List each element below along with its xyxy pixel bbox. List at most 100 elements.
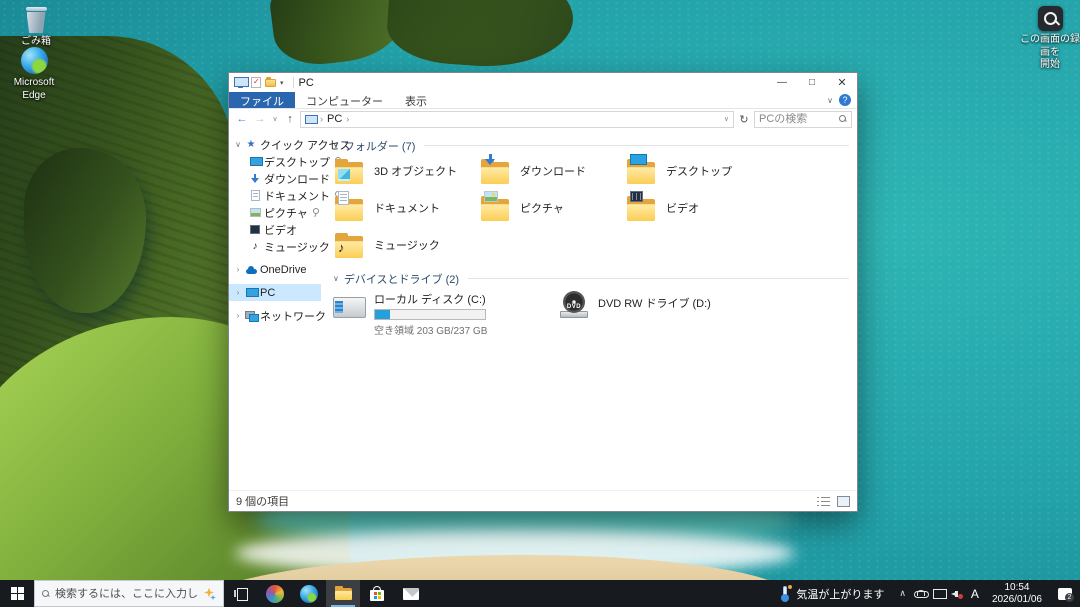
search-highlights-sparkle-icon[interactable] <box>202 587 216 601</box>
back-button[interactable]: ← <box>234 113 250 125</box>
file-explorer-icon <box>334 586 353 601</box>
sidebar-item-quick-access[interactable]: ∨ ★ クイック アクセス <box>229 136 321 153</box>
sidebar-item-music[interactable]: ♪ ミュージック <box>229 238 321 255</box>
network-icon <box>245 311 257 321</box>
address-bar-row: ← → ∨ ↑ › PC › ∨ ↻ <box>229 109 857 129</box>
devices-group-chevron-icon[interactable]: ∨ <box>333 274 339 283</box>
hdd-icon <box>333 293 366 318</box>
ime-indicator[interactable]: A <box>966 587 984 601</box>
qat-customize-chevron-icon[interactable]: ▾ <box>280 79 284 87</box>
desktop-icon-screen-record[interactable]: この画面の録画を 開始 <box>1020 6 1080 72</box>
drive-tile-local-disk[interactable]: ローカル ディスク (C:) 空き領域 203 GB/237 GB <box>333 291 559 337</box>
download-arrow-overlay-icon <box>484 154 496 166</box>
tray-onedrive-icon[interactable] <box>912 590 930 598</box>
folder-tile-videos[interactable]: ビデオ <box>625 195 771 232</box>
folder-tile-downloads[interactable]: ダウンロード <box>479 158 625 195</box>
forward-button[interactable]: → <box>252 113 268 125</box>
document-overlay-icon <box>338 191 349 205</box>
documents-icon <box>251 190 260 201</box>
search-icon[interactable] <box>839 115 847 123</box>
breadcrumb-location[interactable]: PC <box>327 113 342 125</box>
group-header-folders[interactable]: ∨ フォルダー (7) <box>333 138 849 153</box>
large-icons-view-icon[interactable] <box>837 496 850 507</box>
folder-icon <box>333 159 366 186</box>
taskbar-explorer-button[interactable] <box>326 580 360 607</box>
help-icon[interactable]: ? <box>839 94 851 106</box>
taskbar: 気温が上がります ∧ A 10:54 2026/01/06 2 <box>0 580 1080 607</box>
address-dropdown-chevron-icon[interactable]: ∨ <box>724 115 729 123</box>
up-button[interactable]: ↑ <box>282 113 298 125</box>
maximize-button[interactable]: □ <box>797 73 827 92</box>
refresh-icon[interactable]: ↻ <box>736 113 752 126</box>
new-folder-icon[interactable] <box>265 79 276 87</box>
sidebar-item-desktop[interactable]: デスクトップ <box>229 153 321 170</box>
videos-icon <box>250 225 260 234</box>
sidebar-item-documents[interactable]: ドキュメント <box>229 187 321 204</box>
folder-tile-music[interactable]: ミュージック <box>333 232 479 269</box>
mail-icon <box>403 588 419 600</box>
explorer-search-input[interactable] <box>759 113 839 125</box>
details-view-icon[interactable] <box>817 496 830 507</box>
tray-overflow-chevron-icon[interactable]: ∧ <box>893 588 912 599</box>
pc-chevron-icon[interactable]: › <box>234 288 242 297</box>
tray-network-icon[interactable] <box>930 589 948 599</box>
taskbar-edge-button[interactable] <box>292 580 326 607</box>
desktop-icon-edge[interactable]: Microsoft Edge <box>2 47 66 102</box>
folder-tile-3d-objects[interactable]: 3D オブジェクト <box>333 158 479 195</box>
ribbon-tabs: ファイル コンピューター 表示 ∨ ? <box>229 92 857 109</box>
desktop-icon-recycle-bin[interactable]: ごみ箱 <box>6 5 66 49</box>
title-bar[interactable]: ▾ PC — □ ✕ <box>229 73 857 92</box>
onedrive-chevron-icon[interactable]: › <box>234 265 242 274</box>
address-box[interactable]: › PC › ∨ <box>300 111 734 128</box>
minimize-button[interactable]: — <box>767 73 797 92</box>
quick-access-toolbar: ▾ <box>251 77 284 88</box>
sidebar-item-onedrive[interactable]: › OneDrive <box>229 261 321 278</box>
taskbar-clock[interactable]: 10:54 2026/01/06 <box>984 582 1050 606</box>
explorer-search-box[interactable] <box>754 111 852 128</box>
tray-volume-icon[interactable] <box>948 589 966 599</box>
folder-tile-pictures[interactable]: ピクチャ <box>479 195 625 232</box>
taskbar-store-button[interactable] <box>360 580 394 607</box>
clock-date: 2026/01/06 <box>992 594 1042 606</box>
ribbon-collapse-chevron-icon[interactable]: ∨ <box>827 96 833 105</box>
tab-view[interactable]: 表示 <box>394 92 438 108</box>
properties-icon[interactable] <box>251 77 261 88</box>
folder-tiles: 3D オブジェクト ダウンロード デスクトップ ドキュメント <box>333 158 849 269</box>
quick-access-expand-chevron-icon[interactable]: ∨ <box>234 140 242 149</box>
drive-tile-dvd[interactable]: DVD DVD RW ドライブ (D:) <box>559 291 779 337</box>
ribbon-right-controls: ∨ ? <box>827 92 857 108</box>
sidebar-item-pc[interactable]: › PC <box>229 284 321 301</box>
folder-name: ピクチャ <box>520 200 564 216</box>
window-system-icon[interactable] <box>234 77 247 88</box>
devices-group-title: デバイスとドライブ (2) <box>344 271 459 287</box>
folders-group-chevron-icon[interactable]: ∨ <box>333 141 339 150</box>
tab-file[interactable]: ファイル <box>229 92 295 108</box>
tab-computer[interactable]: コンピューター <box>295 92 394 108</box>
folder-tile-documents[interactable]: ドキュメント <box>333 195 479 232</box>
folder-name: ミュージック <box>374 237 440 253</box>
edge-label: Microsoft Edge <box>2 77 66 102</box>
task-view-button[interactable] <box>224 580 258 607</box>
sidebar-item-network[interactable]: › ネットワーク <box>229 307 321 324</box>
close-button[interactable]: ✕ <box>827 73 857 92</box>
sidebar-item-pictures[interactable]: ピクチャ <box>229 204 321 221</box>
record-label-line1: この画面の録画を <box>1020 34 1080 58</box>
weather-widget[interactable]: 気温が上がります <box>772 586 893 602</box>
recent-locations-chevron-icon[interactable]: ∨ <box>270 115 280 123</box>
sidebar-item-videos[interactable]: ビデオ <box>229 221 321 238</box>
network-chevron-icon[interactable]: › <box>234 311 242 320</box>
taskbar-mail-button[interactable] <box>394 580 428 607</box>
taskbar-search-icon <box>42 590 50 598</box>
action-center-button[interactable]: 2 <box>1050 588 1080 600</box>
start-button[interactable] <box>0 580 34 607</box>
weather-text: 気温が上がります <box>796 586 884 602</box>
taskbar-search-input[interactable] <box>55 588 197 600</box>
folder-tile-desktop[interactable]: デスクトップ <box>625 158 771 195</box>
desktop-folder-icon <box>250 157 261 166</box>
dvd-drive-icon: DVD <box>559 291 590 318</box>
windows-logo-icon <box>11 587 24 600</box>
sidebar-item-downloads[interactable]: ダウンロード <box>229 170 321 187</box>
taskbar-search-box[interactable] <box>34 580 224 607</box>
taskbar-copilot-button[interactable] <box>258 580 292 607</box>
group-header-devices[interactable]: ∨ デバイスとドライブ (2) <box>333 271 849 286</box>
